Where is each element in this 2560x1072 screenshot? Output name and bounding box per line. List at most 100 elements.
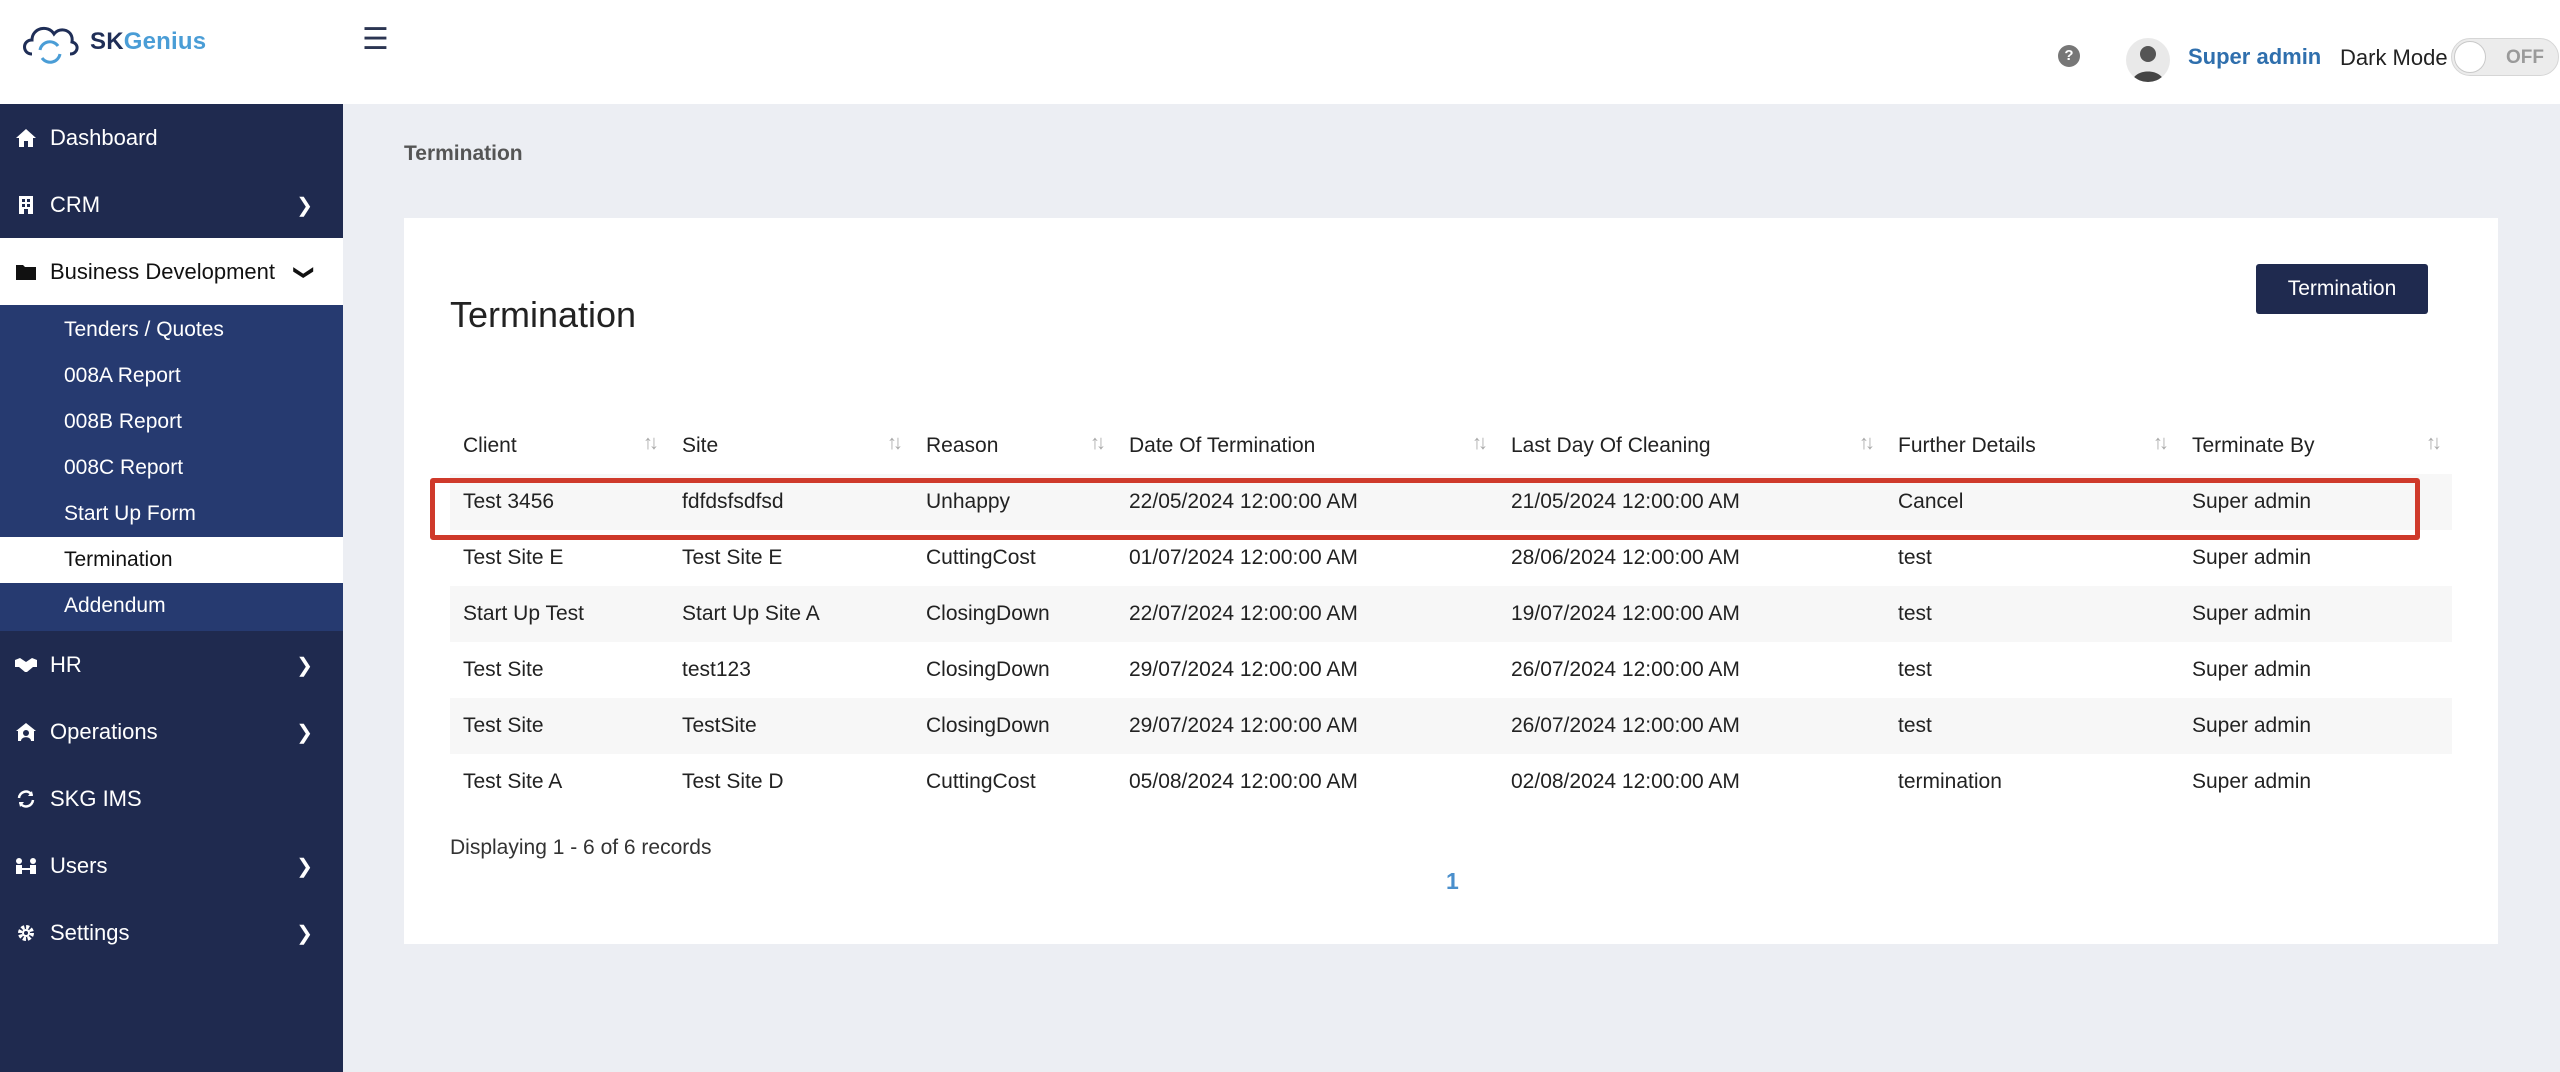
column-header-client[interactable]: Client ↑↓ — [450, 418, 669, 474]
sort-icon[interactable]: ↑↓ — [2153, 432, 2169, 455]
termination-card: Termination Termination Client ↑↓ Site ↑↓ … — [404, 218, 2498, 944]
sort-icon[interactable]: ↑↓ — [643, 432, 659, 455]
sidebar-item-label: CRM — [50, 191, 101, 217]
cell-site: test123 — [682, 658, 751, 681]
help-icon[interactable]: ? — [2058, 45, 2080, 67]
sidebar-item-crm[interactable]: CRM ❯ — [0, 171, 343, 238]
submenu-item-addendum[interactable]: Addendum — [0, 583, 343, 629]
cell-date-of-termination: 01/07/2024 12:00:00 AM — [1129, 546, 1358, 569]
home-icon — [14, 126, 38, 150]
submenu-item-008b-report[interactable]: 008B Report — [0, 399, 343, 445]
cell-terminate-by: Super admin — [2179, 586, 2452, 642]
column-header-further-details[interactable]: Further Details ↑↓ — [1885, 418, 2179, 474]
table-row[interactable]: Start Up Test Start Up Site A ClosingDow… — [450, 586, 2452, 642]
cell-date-of-termination: 29/07/2024 12:00:00 AM — [1129, 658, 1358, 681]
gear-icon — [14, 921, 38, 945]
dark-mode-label: Dark Mode — [2340, 45, 2448, 70]
sidebar-item-dashboard[interactable]: Dashboard — [0, 104, 343, 171]
sidebar-item-hr[interactable]: HR ❯ — [0, 631, 343, 698]
cell-client: Start Up Test — [450, 586, 669, 642]
records-count: Displaying 1 - 6 of 6 records — [450, 836, 712, 859]
sort-icon[interactable]: ↑↓ — [1859, 432, 1875, 455]
cell-reason: ClosingDown — [926, 658, 1050, 681]
handshake-icon — [14, 653, 38, 677]
cell-last-day-of-cleaning: 02/08/2024 12:00:00 AM — [1511, 770, 1740, 793]
cell-last-day-of-cleaning: 21/05/2024 12:00:00 AM — [1498, 474, 1885, 530]
cell-terminate-by: Super admin — [2179, 474, 2452, 530]
cell-further-details: test — [1898, 658, 1932, 681]
sidebar-item-business-development[interactable]: Business Development ❯ — [0, 238, 343, 305]
sort-icon[interactable]: ↑↓ — [887, 432, 903, 455]
column-header-last-day-of-cleaning[interactable]: Last Day Of Cleaning ↑↓ — [1498, 418, 1885, 474]
add-termination-button[interactable]: Termination — [2256, 264, 2428, 314]
column-header-date-of-termination[interactable]: Date Of Termination ↑↓ — [1116, 418, 1498, 474]
sidebar-item-operations[interactable]: Operations ❯ — [0, 698, 343, 765]
table-row[interactable]: Test 3456 fdfdsfsdfsd Unhappy 22/05/2024… — [450, 474, 2452, 530]
submenu-item-008a-report[interactable]: 008A Report — [0, 353, 343, 399]
submenu-item-start-up-form[interactable]: Start Up Form — [0, 491, 343, 537]
cell-site: Start Up Site A — [669, 586, 913, 642]
cell-last-day-of-cleaning: 26/07/2024 12:00:00 AM — [1511, 658, 1740, 681]
submenu-item-termination[interactable]: Termination — [0, 537, 343, 583]
cell-date-of-termination: 29/07/2024 12:00:00 AM — [1116, 698, 1498, 754]
termination-table: Client ↑↓ Site ↑↓ Reason ↑↓ Date Of Termina… — [450, 418, 2452, 810]
folder-icon — [14, 260, 38, 284]
sidebar-item-label: SKG IMS — [50, 785, 142, 811]
sidebar-item-settings[interactable]: Settings ❯ — [0, 899, 343, 966]
cell-further-details: test — [1885, 586, 2179, 642]
logo-text: SKGenius — [90, 28, 207, 55]
cell-date-of-termination: 22/07/2024 12:00:00 AM — [1116, 586, 1498, 642]
chevron-right-icon: ❯ — [296, 655, 313, 677]
column-header-terminate-by[interactable]: Terminate By ↑↓ — [2179, 418, 2452, 474]
sidebar-item-label: Dashboard — [50, 124, 158, 150]
avatar[interactable] — [2126, 38, 2170, 82]
users-icon — [14, 854, 38, 878]
sync-icon — [14, 787, 38, 811]
column-header-reason[interactable]: Reason ↑↓ — [913, 418, 1116, 474]
cell-site: TestSite — [669, 698, 913, 754]
cell-further-details: test — [1898, 546, 1932, 569]
sort-icon[interactable]: ↑↓ — [2426, 432, 2442, 455]
user-avatar-icon — [2132, 46, 2164, 82]
business-development-submenu: Tenders / Quotes 008A Report 008B Report… — [0, 305, 343, 631]
pagination-page-1[interactable]: 1 — [1446, 868, 1459, 895]
user-name[interactable]: Super admin — [2188, 44, 2321, 70]
toggle-state: OFF — [2506, 47, 2544, 68]
dark-mode-toggle[interactable]: OFF — [2451, 38, 2559, 76]
breadcrumb: Termination — [404, 142, 523, 165]
cell-site: Test Site E — [682, 546, 783, 569]
logo[interactable]: SKGenius — [18, 16, 206, 68]
table-row[interactable]: Test Site test123 ClosingDown 29/07/2024… — [450, 642, 2452, 698]
sidebar-item-label: Business Development — [50, 258, 276, 284]
cell-date-of-termination: 05/08/2024 12:00:00 AM — [1129, 770, 1358, 793]
cell-terminate-by: Super admin — [2179, 698, 2452, 754]
cell-client: Test Site — [450, 698, 669, 754]
sidebar-item-skg-ims[interactable]: SKG IMS — [0, 765, 343, 832]
chevron-right-icon: ❯ — [296, 856, 313, 878]
sort-icon[interactable]: ↑↓ — [1472, 432, 1488, 455]
chevron-right-icon: ❯ — [296, 923, 313, 945]
cell-terminate-by: Super admin — [2192, 658, 2312, 681]
cell-date-of-termination: 22/05/2024 12:00:00 AM — [1116, 474, 1498, 530]
sidebar-item-users[interactable]: Users ❯ — [0, 832, 343, 899]
cell-terminate-by: Super admin — [2192, 770, 2312, 793]
cell-further-details: test — [1885, 698, 2179, 754]
submenu-item-tenders-quotes[interactable]: Tenders / Quotes — [0, 307, 343, 353]
sort-icon[interactable]: ↑↓ — [1090, 432, 1106, 455]
table-row[interactable]: Test Site A Test Site D CuttingCost 05/0… — [450, 754, 2452, 810]
submenu-item-008c-report[interactable]: 008C Report — [0, 445, 343, 491]
cell-reason: CuttingCost — [926, 546, 1036, 569]
top-header: SKGenius ☰ ? Super admin Dark Mode OFF — [0, 0, 2560, 104]
table-row[interactable]: Test Site TestSite ClosingDown 29/07/202… — [450, 698, 2452, 754]
hamburger-menu-icon[interactable]: ☰ — [362, 22, 389, 57]
cell-client: Test 3456 — [450, 474, 669, 530]
cell-last-day-of-cleaning: 28/06/2024 12:00:00 AM — [1511, 546, 1740, 569]
cell-further-details: termination — [1898, 770, 2002, 793]
table-row[interactable]: Test Site E Test Site E CuttingCost 01/0… — [450, 530, 2452, 586]
cell-client: Test Site — [463, 658, 544, 681]
sidebar: Dashboard CRM ❯ Business Development ❯ T… — [0, 104, 343, 1072]
column-header-site[interactable]: Site ↑↓ — [669, 418, 913, 474]
cell-client: Test Site E — [463, 546, 564, 569]
house-user-icon — [14, 720, 38, 744]
cell-last-day-of-cleaning: 19/07/2024 12:00:00 AM — [1498, 586, 1885, 642]
